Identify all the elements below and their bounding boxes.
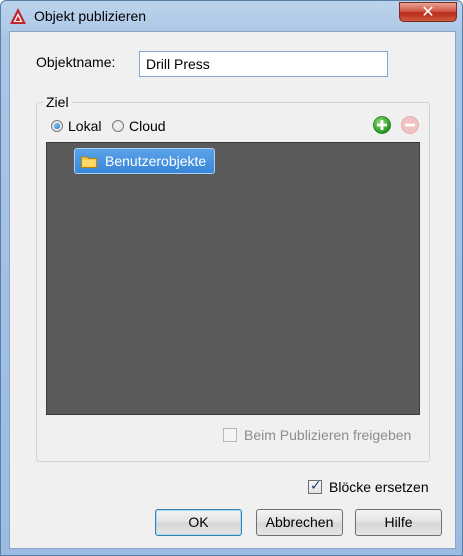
- window-title: Objekt publizieren: [34, 8, 147, 24]
- radio-cloud-indicator: [112, 120, 124, 132]
- share-checkbox-box: [223, 428, 237, 442]
- close-icon: ✕: [421, 4, 435, 21]
- folder-icon: [81, 156, 97, 168]
- object-name-input[interactable]: [139, 51, 388, 77]
- checkmark-icon: ✓: [310, 477, 322, 493]
- close-button[interactable]: ✕: [399, 2, 457, 22]
- dialog-body: Objektname: Ziel Lokal Cloud: [9, 31, 456, 549]
- share-on-publish-checkbox[interactable]: Beim Publizieren freigeben: [223, 427, 423, 446]
- radio-local-label: Lokal: [68, 118, 102, 134]
- remove-icon[interactable]: [401, 116, 419, 134]
- title-bar[interactable]: Objekt publizieren ✕: [1, 1, 462, 31]
- autocad-logo-icon: [10, 8, 26, 24]
- radio-local-indicator: [51, 120, 63, 132]
- replace-blocks-label: Blöcke ersetzen: [329, 479, 429, 495]
- ok-button[interactable]: OK: [155, 509, 242, 536]
- object-name-label: Objektname:: [36, 54, 116, 70]
- share-checkbox-label: Beim Publizieren freigeben: [244, 427, 412, 443]
- radio-local[interactable]: Lokal: [51, 118, 111, 136]
- radio-cloud[interactable]: Cloud: [112, 118, 182, 136]
- tree-item-benutzerobjekte[interactable]: Benutzerobjekte: [74, 148, 216, 174]
- target-tree[interactable]: Benutzerobjekte: [46, 142, 420, 415]
- add-icon[interactable]: [373, 116, 391, 134]
- target-group-label: Ziel: [43, 94, 72, 110]
- radio-cloud-label: Cloud: [129, 118, 166, 134]
- replace-blocks-checkbox[interactable]: ✓ Blöcke ersetzen: [308, 477, 438, 498]
- cancel-button[interactable]: Abbrechen: [256, 509, 343, 536]
- tree-item-label: Benutzerobjekte: [105, 153, 207, 169]
- help-button[interactable]: Hilfe: [355, 509, 442, 536]
- dialog-window: Objekt publizieren ✕ Objektname: Ziel Lo…: [0, 0, 463, 556]
- replace-blocks-box: ✓: [308, 477, 322, 494]
